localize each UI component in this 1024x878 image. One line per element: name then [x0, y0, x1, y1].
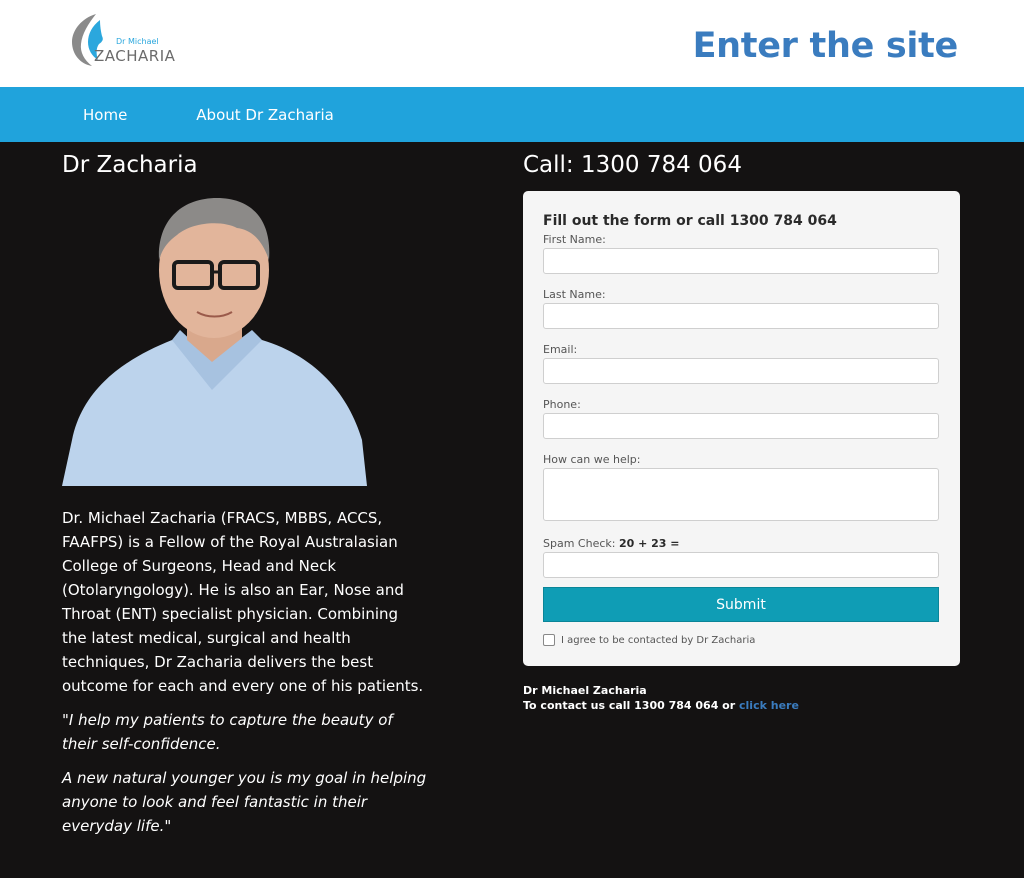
site-header: Dr Michael ZACHARIA Enter the site	[0, 0, 1024, 87]
last-name-label: Last Name:	[543, 288, 606, 301]
agree-row: I agree to be contacted by Dr Zacharia	[543, 634, 940, 646]
spam-check-text: Spam Check:	[543, 537, 616, 550]
contact-line: To contact us call 1300 784 064 or click…	[523, 698, 960, 713]
quote-paragraph-2: A new natural younger you is my goal in …	[62, 766, 427, 838]
site-logo[interactable]: Dr Michael ZACHARIA	[66, 12, 178, 68]
help-label: How can we help:	[543, 453, 641, 466]
about-column: Dr Zacharia Dr. Michael Zacharia (FRACS,…	[62, 152, 427, 848]
logo-name-text: ZACHARIA	[94, 47, 176, 65]
enter-site-link[interactable]: Enter the site	[693, 26, 959, 66]
nav-item-home[interactable]: Home	[83, 106, 127, 124]
agree-checkbox[interactable]	[543, 634, 555, 646]
bio-text: Dr. Michael Zacharia (FRACS, MBBS, ACCS,…	[62, 509, 424, 695]
logo-small-text: Dr Michael	[116, 37, 159, 46]
email-label: Email:	[543, 343, 578, 356]
contact-form: Fill out the form or call 1300 784 064 F…	[523, 191, 960, 666]
phone-field[interactable]	[543, 413, 939, 439]
nav-item-about[interactable]: About Dr Zacharia	[196, 106, 334, 124]
spam-check-field[interactable]	[543, 552, 939, 578]
phone-label: Phone:	[543, 398, 581, 411]
doctor-portrait	[62, 190, 367, 486]
quote-text-1: I help my patients to capture the beauty…	[62, 711, 393, 753]
quote-close: "	[164, 817, 172, 835]
form-title: Fill out the form or call 1300 784 064	[543, 213, 837, 229]
quote-text-2: A new natural younger you is my goal in …	[62, 769, 427, 835]
submit-button[interactable]: Submit	[543, 587, 939, 622]
click-here-link[interactable]: click here	[739, 699, 799, 712]
first-name-field[interactable]	[543, 248, 939, 274]
contact-name: Dr Michael Zacharia	[523, 684, 647, 697]
main-nav: Home About Dr Zacharia	[0, 87, 1024, 142]
last-name-field[interactable]	[543, 303, 939, 329]
quote-paragraph-1: "I help my patients to capture the beaut…	[62, 708, 427, 756]
about-heading: Dr Zacharia	[62, 152, 198, 178]
main-content: Dr Zacharia Dr. Michael Zacharia (FRACS,…	[0, 142, 1024, 878]
spam-check-label: Spam Check: 20 + 23 =	[543, 537, 940, 550]
call-heading: Call: 1300 784 064	[523, 152, 742, 178]
first-name-label: First Name:	[543, 233, 606, 246]
spam-question: 20 + 23 =	[618, 537, 680, 550]
agree-label: I agree to be contacted by Dr Zacharia	[561, 634, 756, 646]
contact-info: Dr Michael Zacharia To contact us call 1…	[523, 683, 960, 713]
quote-open: "	[62, 711, 69, 729]
email-field[interactable]	[543, 358, 939, 384]
contact-line-text: To contact us call 1300 784 064 or	[523, 699, 736, 712]
contact-column: Call: 1300 784 064 Fill out the form or …	[523, 152, 960, 713]
help-textarea[interactable]	[543, 468, 939, 521]
